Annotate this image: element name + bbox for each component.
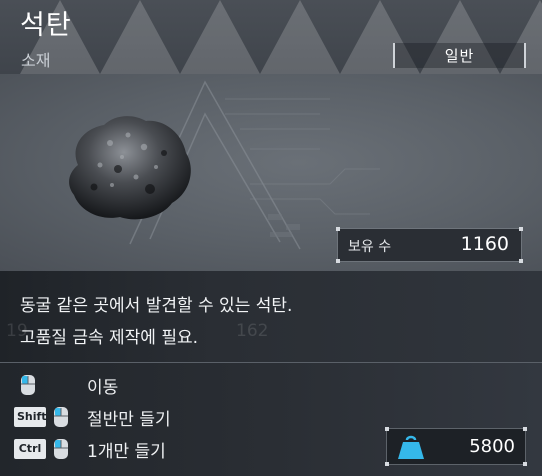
- box-corner: [336, 227, 340, 231]
- weight-price-box: 5800: [385, 427, 527, 466]
- box-corner: [523, 462, 527, 466]
- item-category: 소재: [21, 51, 51, 70]
- box-corner: [336, 259, 340, 263]
- controls-area: 이동 Shift 절반만 들기 Ctrl 1개만 들기 5800: [0, 363, 542, 476]
- weight-icon: [398, 435, 424, 459]
- control-hint-half: Shift 절반만 들기: [0, 403, 380, 431]
- item-name: 석탄: [20, 10, 72, 41]
- weight-price-value: 5800: [469, 436, 515, 457]
- item-image-area: 보유 수 1160: [0, 74, 542, 271]
- control-hint-single: Ctrl 1개만 들기: [0, 435, 380, 463]
- control-hint-move: 이동: [0, 371, 380, 399]
- box-corner: [519, 227, 523, 231]
- box-corner: [523, 427, 527, 431]
- item-description-area: 19 162 동굴 같은 곳에서 발견할 수 있는 석탄. 고품질 금속 제작에…: [0, 271, 542, 363]
- control-action-label: 이동: [87, 378, 119, 398]
- owned-count-label: 보유 수: [348, 239, 392, 255]
- background-number: 162: [236, 321, 269, 341]
- shift-key-badge: Shift: [14, 407, 47, 427]
- mouse-left-click-icon: [21, 375, 35, 395]
- description-line: 동굴 같은 곳에서 발견할 수 있는 석탄.: [20, 296, 293, 316]
- description-line: 고품질 금속 제작에 필요.: [20, 328, 199, 348]
- tooltip-header: 석탄 소재 일반: [0, 0, 542, 74]
- control-action-label: 절반만 들기: [87, 410, 171, 430]
- box-corner: [519, 259, 523, 263]
- box-corner: [385, 427, 389, 431]
- control-action-label: 1개만 들기: [87, 442, 166, 462]
- mouse-left-click-icon: [54, 407, 68, 427]
- box-corner: [385, 462, 389, 466]
- item-tooltip-panel: 석탄 소재 일반 보유 수 1160 19 162 동굴 같은 곳에서 발견할 …: [0, 0, 542, 476]
- grade-label: 일반: [444, 47, 475, 65]
- owned-count-value: 1160: [460, 233, 509, 255]
- coal-item-image: [69, 116, 191, 220]
- owned-count-box: 보유 수 1160: [336, 227, 523, 263]
- grade-badge: 일반: [393, 43, 526, 68]
- ctrl-key-badge: Ctrl: [14, 439, 46, 459]
- mouse-left-click-icon: [54, 439, 68, 459]
